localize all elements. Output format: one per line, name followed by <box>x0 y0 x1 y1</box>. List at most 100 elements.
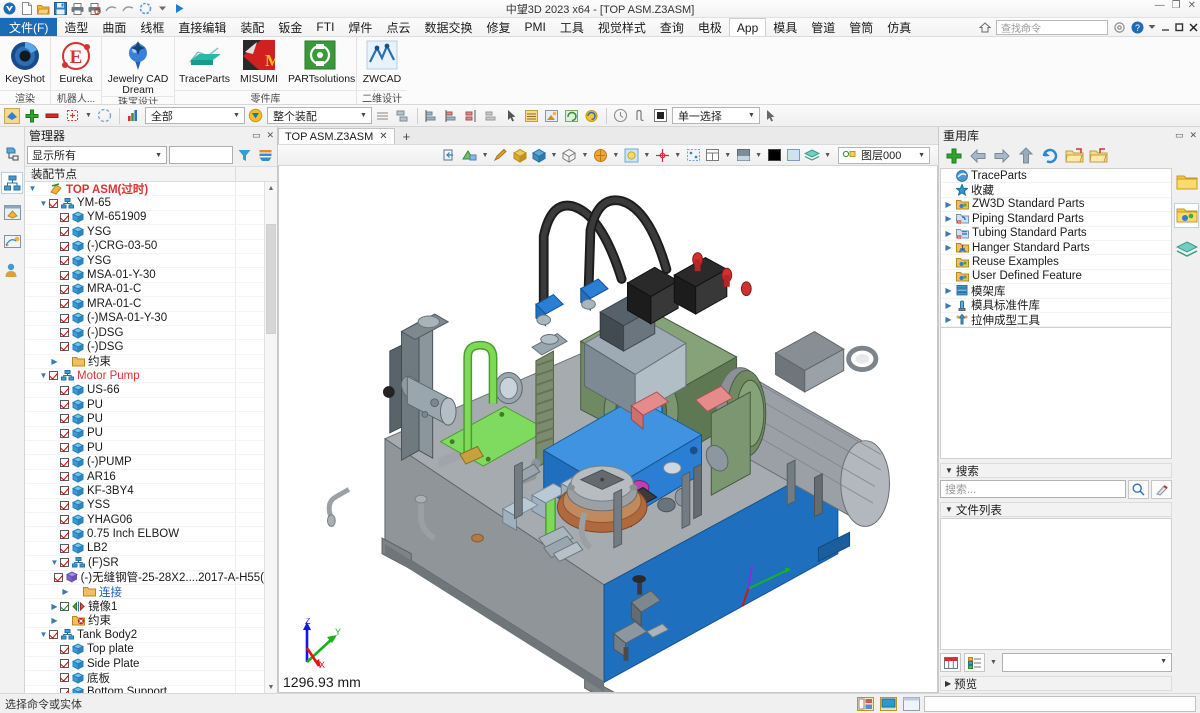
menu-item-9[interactable]: 数据交换 <box>417 18 479 36</box>
tree-row[interactable]: YHAG06 <box>25 512 264 528</box>
help-dropdown-icon[interactable] <box>1148 20 1156 34</box>
render-icon[interactable] <box>591 146 609 164</box>
tree-row[interactable]: 0.75 Inch ELBOW <box>25 527 264 542</box>
pick-cursor-icon[interactable] <box>503 107 521 125</box>
expand-collapse-icon[interactable]: ▼ <box>27 184 38 193</box>
expand-collapse-icon[interactable]: ▶ <box>49 357 60 366</box>
titlebar-minimize-icon[interactable]: — <box>1155 1 1165 11</box>
edit-component-icon[interactable] <box>63 107 81 125</box>
visibility-checkbox[interactable] <box>60 313 69 323</box>
search-section-header[interactable]: ▼ 搜索 <box>940 463 1172 478</box>
library-search-input[interactable]: 搜索... <box>940 480 1126 498</box>
scope-icon[interactable] <box>247 107 265 125</box>
visibility-checkbox[interactable] <box>60 400 69 410</box>
visibility-checkbox[interactable] <box>60 687 69 693</box>
expand-collapse-icon[interactable]: ▶ <box>49 602 60 611</box>
tree-row[interactable]: PU <box>25 441 264 456</box>
thumbnail-view-icon[interactable] <box>940 653 961 672</box>
menu-item-18[interactable]: 管道 <box>804 18 842 36</box>
regen-icon[interactable] <box>138 1 153 16</box>
tree-row[interactable]: YSS <box>25 498 264 513</box>
part-manager-icon[interactable] <box>1 201 23 223</box>
axis-dropdown-icon[interactable]: ▼ <box>672 152 683 159</box>
redo-icon[interactable] <box>121 1 136 16</box>
render-dropdown-icon[interactable]: ▼ <box>610 152 621 159</box>
tree-row[interactable]: Top plate <box>25 642 264 657</box>
tree-row[interactable]: ▼ YM-65 <box>25 196 264 211</box>
clear-search-icon[interactable] <box>1151 479 1172 499</box>
tree-row[interactable]: LB2 <box>25 541 264 557</box>
visibility-checkbox[interactable] <box>60 414 69 424</box>
tree-row[interactable]: MRA-01-C <box>25 282 264 298</box>
close-panel-icon[interactable]: ✕ <box>1189 130 1197 141</box>
pattern-icon[interactable] <box>96 107 114 125</box>
assembly-manager-icon[interactable] <box>1 172 23 194</box>
component-dropdown-icon[interactable]: ▼ <box>83 112 94 119</box>
library-path-combo[interactable]: ▼ <box>1001 653 1172 672</box>
align-grey-icon[interactable] <box>483 107 501 125</box>
visibility-checkbox[interactable] <box>60 529 69 539</box>
visibility-checkbox[interactable] <box>60 342 69 352</box>
layout-view-icon[interactable] <box>855 696 875 712</box>
visibility-checkbox[interactable] <box>49 371 58 381</box>
tree-row[interactable]: MSA-01-Y-30 <box>25 268 264 283</box>
background-color-icon[interactable] <box>734 146 752 164</box>
view-dropdown-icon[interactable]: ▼ <box>988 659 999 666</box>
tree-row[interactable]: ▶ 连接 <box>25 584 264 600</box>
add-component-icon[interactable] <box>23 107 41 125</box>
expand-collapse-icon[interactable]: ▶ <box>49 616 60 625</box>
expand-collapse-icon[interactable]: ▶ <box>943 301 954 310</box>
tree-row[interactable]: PU <box>25 397 264 413</box>
ribbon-button-misumi[interactable]: M MISUMI <box>234 40 284 85</box>
section-view-icon[interactable] <box>652 107 670 125</box>
tree-row[interactable]: Bottom Support <box>25 685 264 693</box>
menu-item-7[interactable]: 焊件 <box>341 18 379 36</box>
user-manager-icon[interactable] <box>1 259 23 281</box>
display-filter-combo[interactable]: 全部 ▼ <box>144 107 245 124</box>
menu-item-20[interactable]: 仿真 <box>880 18 918 36</box>
new-tab-icon[interactable]: + <box>395 130 419 144</box>
search-magnifier-icon[interactable] <box>1128 479 1149 499</box>
scrollbar-thumb[interactable] <box>266 224 276 334</box>
tree-row[interactable]: (-)无缝钢管-25-28X2....2017-A-H55( <box>25 570 264 585</box>
visibility-checkbox[interactable] <box>60 241 69 251</box>
collapse-panel-icon[interactable]: ▭ <box>252 130 261 141</box>
assembly-tree[interactable]: ▼ TOP ASM(过时) ▼ YM-65 YM-651909 YSG (-)CRG-03-… <box>25 182 264 693</box>
menu-item-14[interactable]: 查询 <box>653 18 691 36</box>
tree-row[interactable]: ▶ 约束 <box>25 613 264 629</box>
tree-row[interactable]: ▼ TOP ASM(过时) <box>25 182 264 197</box>
up-icon[interactable] <box>1016 146 1036 166</box>
app-logo-icon[interactable] <box>2 1 17 16</box>
shaded-edge-dropdown-icon[interactable]: ▼ <box>549 152 560 159</box>
folder-tab-icon[interactable] <box>1174 170 1199 195</box>
expand-collapse-icon[interactable]: ▶ <box>943 214 954 223</box>
expand-collapse-icon[interactable]: ▼ <box>38 630 49 639</box>
open-folder-icon[interactable] <box>1064 146 1084 166</box>
visibility-checkbox[interactable] <box>60 256 69 266</box>
visibility-checkbox[interactable] <box>60 601 69 611</box>
tree-row[interactable]: US-66 <box>25 383 264 398</box>
light-icon[interactable] <box>622 146 640 164</box>
titlebar-restore-icon[interactable]: ❐ <box>1172 1 1181 11</box>
library-item[interactable]: ▶ 拉伸成型工具 <box>941 313 1171 327</box>
black-swatch-icon[interactable] <box>765 146 783 164</box>
wireframe-dropdown-icon[interactable]: ▼ <box>579 152 590 159</box>
expand-collapse-icon[interactable]: ▶ <box>943 229 954 238</box>
light-swatch-icon[interactable] <box>784 146 802 164</box>
tree-row[interactable]: YSG <box>25 253 264 269</box>
ribbon-button-traceparts[interactable]: TraceParts <box>175 40 234 85</box>
shaded-edge-icon[interactable] <box>530 146 548 164</box>
visibility-checkbox[interactable] <box>49 630 58 640</box>
tree-row[interactable]: (-)CRG-03-50 <box>25 239 264 254</box>
scope-combo[interactable]: 整个装配 ▼ <box>266 107 372 124</box>
expand-collapse-icon[interactable]: ▶ <box>943 243 954 252</box>
tree-row[interactable]: ▼ Motor Pump <box>25 369 264 384</box>
ribbon-button-eureka[interactable]: E Eureka <box>51 40 101 85</box>
close-icon[interactable] <box>1188 20 1198 34</box>
shaded-box-icon[interactable] <box>511 146 529 164</box>
filelist-section-header[interactable]: ▼ 文件列表 <box>940 502 1172 517</box>
expand-collapse-icon[interactable]: ▼ <box>38 199 49 208</box>
view-manager-dropdown-icon[interactable]: ▼ <box>722 152 733 159</box>
export-bom-icon[interactable] <box>543 107 561 125</box>
clock-history-icon[interactable] <box>612 107 630 125</box>
